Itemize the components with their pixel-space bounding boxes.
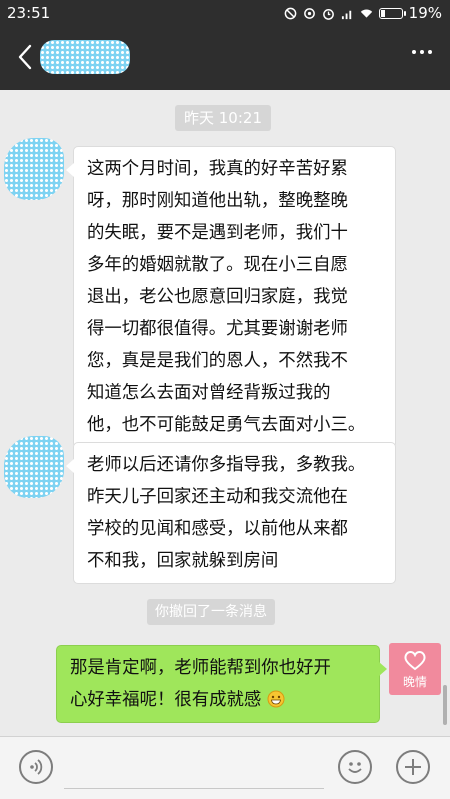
scrollbar[interactable] [443, 685, 447, 725]
battery-icon [378, 7, 406, 19]
message-line: 老师以后还请你多指导我，多教我。 [87, 455, 366, 475]
message-input[interactable] [64, 788, 324, 789]
do-not-disturb-icon [284, 7, 297, 19]
message-line: 学校的见闻和感受，以前他从来都 [87, 519, 348, 539]
grinning-emoji-icon [267, 690, 285, 708]
recall-notice: 你撤回了一条消息 [147, 599, 275, 625]
chat-header [0, 26, 450, 90]
emoji-icon [348, 762, 362, 773]
emoji-button[interactable] [338, 750, 372, 784]
input-bar [0, 736, 450, 799]
message-line: 不和我，回家就躲到房间 [87, 551, 279, 571]
more-functions-button[interactable] [396, 750, 430, 784]
message-line: 那是肯定啊，老师能帮到你也好开 [70, 658, 331, 678]
message-line: 他，也不可能鼓足勇气去面对小三。 [87, 415, 366, 435]
outgoing-message[interactable]: 那是肯定啊，老师能帮到你也好开心好幸福呢！很有成就感 [56, 645, 387, 723]
message-line: 得一切都很值得。尤其要谢谢老师 [87, 319, 348, 339]
timestamp: 昨天 10:21 [175, 105, 271, 131]
battery-percent: 19% [408, 4, 442, 22]
message-line: 昨天儿子回家还主动和我交流他在 [87, 487, 348, 507]
signal-icon [341, 10, 351, 19]
heart-logo-icon [404, 651, 426, 671]
message-line: 呀，那时刚知道他出轨，整晚整晚 [87, 191, 348, 211]
message-line: 这两个月时间，我真的好辛苦好累 [87, 159, 348, 179]
message-line: 您，真是是我们的恩人，不然我不 [87, 351, 348, 371]
message-line: 知道怎么去面对曾经背叛过我的 [87, 383, 331, 403]
message-line: 心好幸福呢！很有成就感 [70, 684, 366, 716]
status-time: 23:51 [7, 4, 51, 22]
message-line: 退出，老公也愿意回归家庭，我觉 [87, 287, 348, 307]
incoming-message-1[interactable]: 这两个月时间，我真的好辛苦好累 呀，那时刚知道他出轨，整晚整晚 的失眠，要不是遇到老… [66, 146, 396, 448]
avatar-label: 晚情 [402, 675, 427, 689]
message-line: 的失眠，要不是遇到老师，我们十 [87, 223, 348, 243]
chevron-left-icon[interactable] [14, 40, 36, 74]
my-avatar[interactable]: 晚情 [389, 643, 441, 695]
contact-avatar-obscured[interactable] [4, 436, 64, 498]
contact-avatar-obscured[interactable] [4, 138, 64, 200]
status-bar: 23:51 19% [0, 0, 450, 26]
sync-icon [303, 7, 315, 19]
alarm-icon [322, 8, 334, 20]
voice-icon [30, 759, 43, 775]
voice-button[interactable] [19, 750, 53, 784]
contact-name-obscured [40, 40, 130, 74]
more-dots-icon[interactable] [412, 50, 432, 54]
message-line: 多年的婚姻就散了。现在小三自愿 [87, 255, 348, 275]
wifi-icon [360, 9, 372, 18]
chat-area[interactable]: 昨天 10:21 这两个月时间，我真的好辛苦好累 呀，那时刚知道他出轨，整晚整晚的… [0, 90, 450, 736]
plus-icon [405, 759, 421, 775]
incoming-message-2[interactable]: 老师以后还请你多指导我，多教我。 昨天儿子回家还主动和我交流他在 学校的见闻和感受，… [66, 442, 396, 584]
